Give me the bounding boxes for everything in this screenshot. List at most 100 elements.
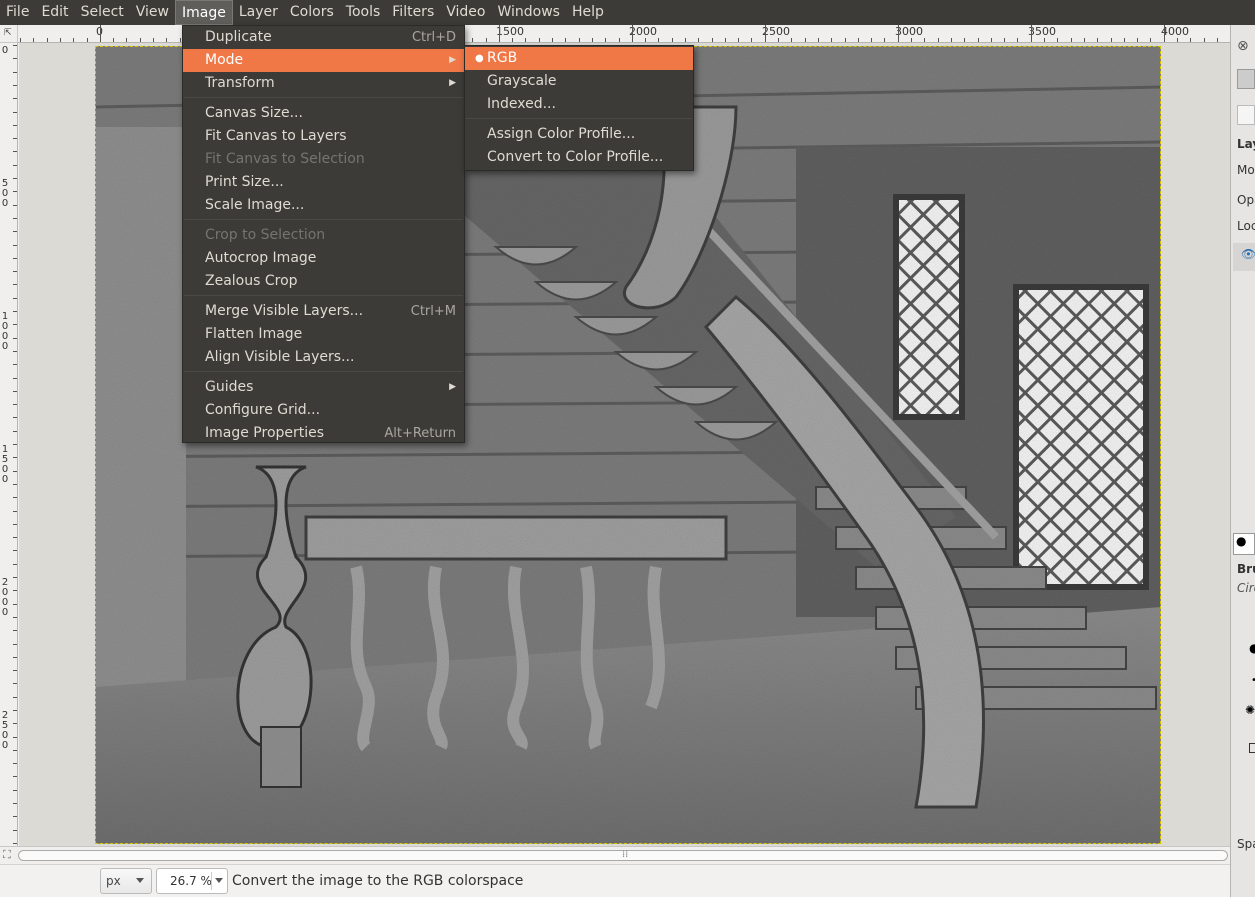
menu-tools[interactable]: Tools (340, 0, 387, 25)
layers-tab-icon[interactable] (1237, 69, 1255, 89)
menu-item-scale-image[interactable]: Scale Image... (183, 194, 464, 217)
vruler-tick (13, 338, 17, 339)
brush-preview-icon[interactable]: • (1251, 675, 1255, 686)
menu-item-mode[interactable]: Mode ▶ (183, 49, 464, 72)
vruler-tick (13, 471, 17, 472)
hruler-tick (991, 38, 992, 42)
menu-windows[interactable]: Windows (491, 0, 566, 25)
menu-item-print-size[interactable]: Print Size... (183, 171, 464, 194)
submenu-item-indexed[interactable]: Indexed... (465, 93, 693, 116)
hruler-tick (472, 38, 473, 42)
submenu-item-assign-color-profile[interactable]: Assign Color Profile... (465, 123, 693, 146)
menu-item-canvas-size[interactable]: Canvas Size... (183, 102, 464, 125)
hruler-tick (113, 38, 114, 42)
hruler-label: 3000 (895, 25, 923, 38)
menu-image[interactable]: Image (175, 0, 233, 25)
menu-video[interactable]: Video (440, 0, 491, 25)
vruler-tick (13, 550, 17, 551)
hruler-tick (47, 38, 48, 42)
submenu-item-convert-to-color-profile[interactable]: Convert to Color Profile... (465, 146, 693, 169)
hruler-tick (552, 38, 553, 42)
hruler-label: 2500 (762, 25, 790, 38)
submenu-item-rgb[interactable]: ● RGB (465, 47, 693, 70)
close-icon[interactable]: ⊗ (1237, 38, 1249, 54)
vruler-tick (13, 843, 17, 844)
vruler-tick (13, 750, 17, 751)
hruler-tick (964, 38, 965, 42)
menu-help[interactable]: Help (566, 0, 610, 25)
unit-selector[interactable]: px (100, 868, 152, 894)
navigate-icon[interactable]: ⛶ (3, 848, 11, 862)
vruler-tick (13, 816, 17, 817)
menu-item-align-visible-layers[interactable]: Align Visible Layers... (183, 346, 464, 369)
layer-lock-label: Loc (1237, 219, 1255, 233)
menu-item-guides[interactable]: Guides ▶ (183, 376, 464, 399)
menu-item-transform[interactable]: Transform ▶ (183, 72, 464, 95)
hruler-tick (1111, 38, 1112, 42)
status-message: Convert the image to the RGB colorspace (232, 873, 524, 889)
horizontal-scrollbar[interactable]: ⛶ ⁞⁞ (0, 846, 1230, 864)
brush-tab-icon[interactable]: ● (1233, 533, 1255, 555)
menu-item-autocrop-image[interactable]: Autocrop Image (183, 247, 464, 270)
zoom-value: 26.7 % (170, 874, 212, 888)
vruler-tick (13, 590, 17, 591)
chevron-down-icon (136, 878, 144, 883)
hruler-tick (1217, 38, 1218, 42)
vertical-ruler[interactable]: 0 500 1000 1500 2000 2500 (0, 43, 18, 846)
vruler-tick (13, 125, 17, 126)
vruler-tick (13, 484, 17, 485)
vruler-tick (13, 830, 17, 831)
vruler-tick (13, 165, 17, 166)
vruler-tick (13, 790, 17, 791)
submenu-arrow-icon: ▶ (449, 382, 456, 392)
menu-item-label: Canvas Size... (205, 105, 303, 121)
vruler-tick (13, 776, 17, 777)
menu-item-duplicate[interactable]: Duplicate Ctrl+D (183, 26, 464, 49)
chevron-down-icon (215, 878, 223, 883)
menu-edit[interactable]: Edit (35, 0, 74, 25)
menu-file[interactable]: File (0, 0, 35, 25)
hruler-tick (565, 38, 566, 42)
hruler-tick (632, 25, 633, 42)
vruler-tick (13, 351, 17, 352)
hruler-tick (87, 38, 88, 42)
menu-item-zealous-crop[interactable]: Zealous Crop (183, 270, 464, 293)
hruler-tick (672, 38, 673, 42)
vruler-label: 0 (1, 45, 9, 56)
menu-item-fit-canvas-to-layers[interactable]: Fit Canvas to Layers (183, 125, 464, 148)
zoom-field[interactable]: 26.7 % (156, 868, 228, 894)
menu-select[interactable]: Select (75, 0, 130, 25)
hruler-tick (592, 38, 593, 42)
menu-colors[interactable]: Colors (284, 0, 340, 25)
hruler-tick (1204, 38, 1205, 42)
menu-item-configure-grid[interactable]: Configure Grid... (183, 399, 464, 422)
hruler-label: 3500 (1028, 25, 1056, 38)
brush-preview-icon[interactable]: ● (1249, 641, 1255, 655)
menu-item-crop-to-selection: Crop to Selection (183, 224, 464, 247)
menubar: File Edit Select View Image Layer Colors… (0, 0, 1255, 25)
hruler-label: 4000 (1161, 25, 1189, 38)
quick-mask-corner-button[interactable]: ⇱ (0, 25, 18, 43)
hruler-tick (579, 38, 580, 42)
brush-preview-icon[interactable] (1249, 743, 1255, 753)
vruler-tick (13, 617, 17, 618)
scrollbar-grip-icon[interactable]: ⁞⁞ (622, 849, 628, 860)
vruler-tick (13, 577, 17, 578)
eye-icon[interactable]: 👁 (1233, 243, 1255, 271)
menu-item-image-properties[interactable]: Image Properties Alt+Return (183, 422, 464, 445)
hruler-tick (858, 38, 859, 42)
vruler-tick (13, 457, 17, 458)
menu-layer[interactable]: Layer (233, 0, 284, 25)
menu-filters[interactable]: Filters (386, 0, 440, 25)
vruler-tick (13, 404, 17, 405)
menu-item-flatten-image[interactable]: Flatten Image (183, 323, 464, 346)
unit-value: px (106, 874, 121, 888)
menu-item-merge-visible-layers[interactable]: Merge Visible Layers... Ctrl+M (183, 300, 464, 323)
menu-view[interactable]: View (130, 0, 175, 25)
submenu-item-grayscale[interactable]: Grayscale (465, 70, 693, 93)
brush-preview-icon[interactable]: ✺ (1245, 703, 1255, 717)
channels-tab-icon[interactable] (1237, 105, 1255, 125)
hruler-tick (765, 25, 766, 42)
submenu-item-label: Grayscale (487, 73, 557, 89)
hruler-tick (658, 38, 659, 42)
